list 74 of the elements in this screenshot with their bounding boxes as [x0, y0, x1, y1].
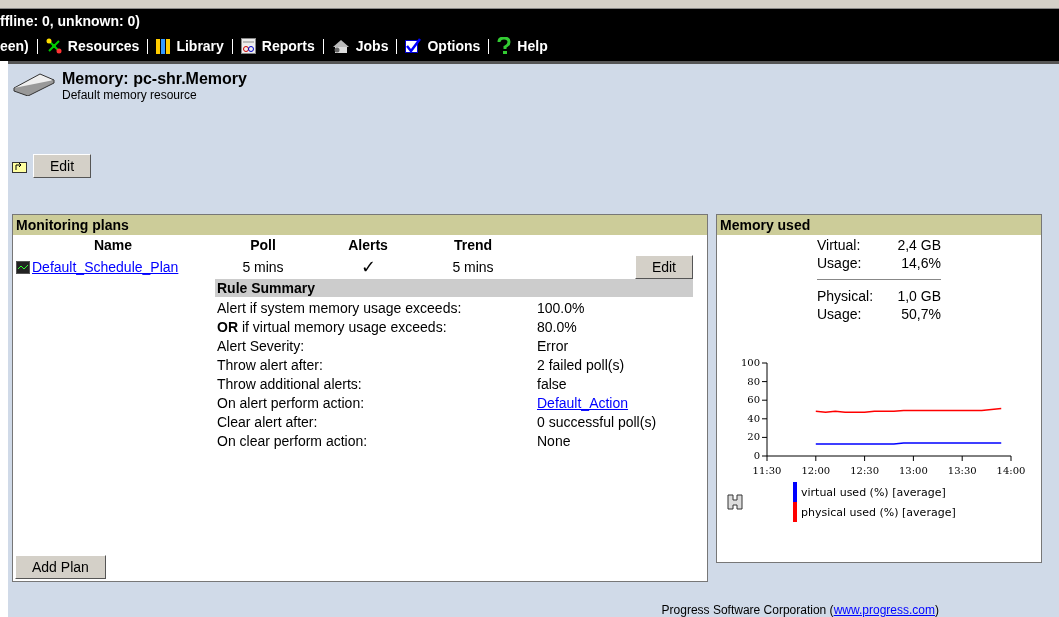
column-header: Name [92, 236, 134, 255]
action-link[interactable]: Default_Action [537, 395, 629, 411]
tick-label: 60 [747, 394, 760, 406]
rule-label: Throw alert after: [217, 357, 324, 373]
rule-label: Clear alert after: [217, 414, 319, 430]
alerts-checkmark: ✓ [360, 257, 376, 277]
edit-button[interactable]: Edit [33, 154, 92, 178]
tick-label: 100 [740, 357, 760, 368]
tick-label: 13:00 [899, 465, 928, 476]
rule-label: Throw additional alerts: [217, 376, 363, 392]
table-cell-text: 5 mins [451, 259, 495, 275]
column-header: Alerts [347, 236, 389, 255]
column-header: Trend [452, 236, 494, 255]
rule-label: On alert perform action: [217, 395, 366, 411]
tick-label: 14:00 [996, 465, 1026, 476]
nav-link[interactable]: Help [517, 38, 548, 54]
monitor-icon [16, 260, 30, 274]
page-title: Memory: pc-shr.Memory [62, 70, 247, 88]
tick-label: 11:30 [752, 465, 782, 476]
rule-value: 100.0% [537, 300, 586, 316]
rule-value: 0 successful poll(s) [537, 414, 658, 430]
rule-label: Alert if system memory usage exceeds: [217, 300, 463, 316]
nav-link[interactable]: Options [427, 38, 481, 54]
stat-value: 1,0 GB [896, 288, 941, 304]
legend-label: physical used (%) [average] [801, 505, 956, 519]
edit-button[interactable]: Edit [634, 255, 693, 279]
stat-label: Usage: [817, 255, 863, 271]
page-subtitle: Default memory resource [62, 88, 198, 102]
folder-up-icon[interactable] [12, 159, 27, 173]
rule-label: OR if virtual memory usage exceeds: [217, 319, 448, 335]
status-text: ffline: 0, unknown: 0) [0, 13, 140, 29]
table-cell-text: 5 mins [241, 259, 285, 275]
nav-link[interactable]: Reports [261, 38, 315, 54]
stat-label: Virtual: [817, 237, 862, 253]
checkbox-icon [405, 38, 422, 54]
report-icon [240, 38, 256, 54]
stat-value: 2,4 GB [896, 237, 941, 253]
tick-label: 12:30 [850, 465, 879, 476]
footer-link[interactable]: www.progress.com [833, 603, 935, 617]
panel-title: Monitoring plans [13, 215, 707, 235]
rule-label: On clear perform action: [217, 433, 369, 449]
rule-value: 80.0% [537, 319, 578, 335]
stat-value: 50,7% [900, 306, 941, 322]
rule-value: 2 failed poll(s) [537, 357, 626, 373]
tick-label: 20 [747, 431, 760, 443]
rule-value: Error [537, 338, 570, 354]
column-header: Poll [249, 236, 277, 255]
rule-label: Alert Severity: [217, 338, 306, 354]
rule-value: false [537, 376, 568, 392]
tick-label: 12:00 [801, 465, 831, 476]
footer-text: ) [935, 603, 939, 617]
stat-label: Physical: [817, 288, 875, 304]
rule-value: None [537, 433, 572, 449]
tick-label: 80 [747, 375, 760, 387]
add-plan-button[interactable]: Add Plan [15, 555, 106, 579]
tick-label: 0 [753, 450, 760, 461]
nav-text: een) [0, 38, 29, 54]
tick-label: 13:30 [947, 465, 977, 476]
books-icon [156, 38, 171, 54]
nav-link[interactable]: Library [176, 38, 224, 54]
nav-link[interactable]: Jobs [355, 38, 389, 54]
help-icon [497, 37, 512, 55]
legend-label: virtual used (%) [average] [801, 485, 946, 499]
network-icon [45, 38, 62, 54]
binoculars-icon[interactable] [727, 494, 743, 510]
section-title: Rule Summary [215, 279, 693, 297]
plan-link[interactable]: Default_Schedule_Plan [32, 259, 179, 275]
stat-label: Usage: [817, 306, 863, 322]
panel-title: Memory used [717, 215, 1041, 235]
stat-value: 14,6% [900, 255, 941, 271]
house-icon [331, 38, 350, 54]
nav-link[interactable]: Resources [67, 38, 140, 54]
footer-text: Progress Software Corporation ( [661, 603, 834, 617]
tick-label: 40 [747, 412, 760, 424]
